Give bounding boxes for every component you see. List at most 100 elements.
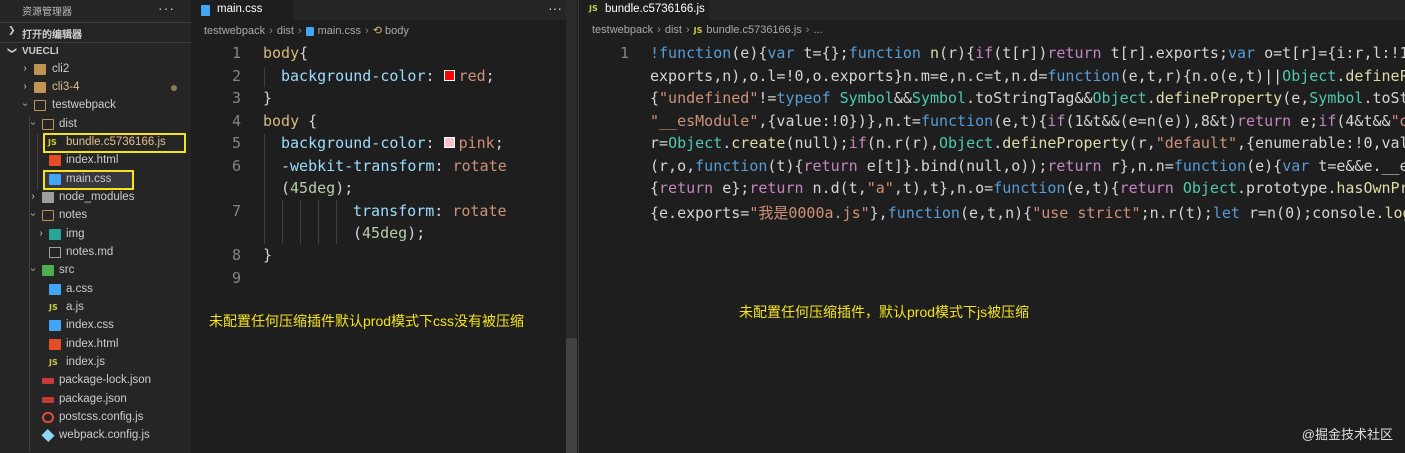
code-line-wrapped[interactable]: {"undefined"!=typeof Symbol&&Symbol.toSt… (650, 89, 1405, 107)
open-editors-section[interactable]: ❯ 打开的编辑器 (0, 22, 191, 41)
editor1-scrollbar-thumb[interactable] (566, 338, 577, 453)
breadcrumb-item[interactable]: body (385, 25, 409, 37)
tree-item-package-json[interactable]: package.json (0, 391, 191, 409)
code-token: return (659, 179, 714, 197)
code-line-wrapped[interactable]: (45deg); (281, 179, 353, 197)
tree-item-notes[interactable]: › notes (0, 207, 191, 225)
tab-bundle-js[interactable]: JS bundle.c5736166.js (579, 0, 709, 20)
code-token: .toSt (1363, 89, 1405, 107)
tree-item-cli3-4[interactable]: › cli3-4 (0, 79, 191, 97)
tree-item-img[interactable]: › img (0, 226, 191, 244)
line-number: 5 (231, 134, 241, 152)
code-line[interactable]: -webkit-transform: rotate (281, 157, 507, 175)
tree-item-src-index-html[interactable]: index.html (0, 336, 191, 354)
code-token: { (650, 89, 660, 107)
code-line-wrapped[interactable]: exports,n),o.l=!0,o.exports}n.m=e,n.c=t,… (650, 67, 1405, 85)
tree-item-main-css[interactable]: main.css (43, 170, 134, 190)
breadcrumb-item[interactable]: bundle.c5736166.js (706, 24, 801, 36)
explorer-more-icon[interactable]: ··· (158, 0, 175, 16)
tree-item-label: postcss.config.js (59, 411, 144, 423)
editor-more-icon[interactable]: ··· (548, 0, 562, 16)
code-token: "o (1390, 111, 1405, 130)
code-token: { (650, 179, 660, 197)
code-token: var (767, 44, 795, 62)
js-code-block[interactable]: !function(e){var t={};function n(r){if(t… (650, 44, 1405, 234)
code-line[interactable]: body{ (263, 44, 308, 62)
code-token: defineProperty (1002, 134, 1129, 152)
code-token: Object (939, 134, 994, 152)
chevron-right-icon: › (39, 228, 43, 239)
code-token: Object (668, 134, 723, 152)
tree-item-testwebpack[interactable]: › testwebpack (0, 97, 191, 115)
tree-item-dist[interactable]: › dist (0, 116, 191, 134)
code-token: r=n(0);console. (1239, 203, 1385, 222)
code-line-wrapped[interactable]: {return e};return n.d(t,"a",t),t},n.o=fu… (650, 179, 1405, 197)
code-line[interactable]: } (263, 246, 272, 264)
line-number: 7 (231, 202, 241, 220)
tab-main-css[interactable]: main.css (191, 0, 294, 20)
punctuation: : (425, 67, 444, 85)
code-token: exports,n),o.l=!0,o.exports}n.m=e,n.c=t,… (650, 66, 1048, 85)
breadcrumb-item[interactable]: dist (665, 24, 682, 36)
tree-item-notes-md[interactable]: notes.md (0, 244, 191, 262)
punctuation: { (299, 112, 318, 130)
code-line-wrapped[interactable]: (r,o,function(t){return e[t]}.bind(null,… (650, 157, 1405, 175)
css-annotation: 未配置任何压缩插件默认prod模式下css没有被压缩 (209, 313, 525, 329)
code-line-wrapped[interactable]: !function(e){var t={};function n(r){if(t… (650, 44, 1405, 62)
css-editor-pane: main.css ··· testwebpack › dist › main.css › ⟲… (191, 0, 571, 453)
indent-guide (300, 200, 301, 244)
tree-item-src[interactable]: › src (0, 262, 191, 280)
code-line[interactable]: } (263, 89, 272, 107)
editor-tab-bar: JS bundle.c5736166.js (579, 0, 1405, 20)
code-line-wrapped[interactable]: (45deg); (353, 224, 425, 242)
code-token: e}; (713, 179, 750, 197)
tree-item-package-lock-json[interactable]: package-lock.json (0, 372, 191, 390)
code-token: (null); (785, 134, 849, 152)
tree-item-a-js[interactable]: JS a.js (0, 299, 191, 317)
tree-item-webpack-config[interactable]: webpack.config.js (0, 427, 191, 445)
javascript-file-icon: JS (589, 4, 598, 13)
breadcrumb-item[interactable]: main.css (318, 25, 361, 37)
code-line[interactable]: background-color: red; (281, 67, 495, 85)
explorer-header: 资源管理器 ··· (0, 0, 191, 20)
tree-item-index-js[interactable]: JS index.js (0, 354, 191, 372)
selector-icon: ⟲ (372, 25, 382, 37)
tree-item-cli2[interactable]: › cli2 (0, 61, 191, 79)
line-number: 6 (231, 157, 241, 175)
tree-item-index-css[interactable]: index.css (0, 317, 191, 335)
code-line-wrapped[interactable]: "__esModule",{value:!0})},n.t=function(e… (650, 112, 1405, 130)
code-token: if (1318, 111, 1337, 130)
code-line-wrapped[interactable]: {e.exports="我是0000a.js"},function(e,t,n)… (650, 202, 1405, 223)
tree-item-bundle-js[interactable]: JS bundle.c5736166.js (43, 133, 186, 153)
punctuation: : (425, 134, 444, 152)
code-token: n (929, 44, 939, 62)
code-token: return (1237, 111, 1292, 130)
code-token: function (848, 44, 921, 62)
workspace-root-section[interactable]: ❯ VUECLI (0, 42, 191, 61)
code-line-wrapped[interactable]: r=Object.create(null);if(n.r(r),Object.d… (650, 134, 1405, 152)
tree-item-postcss-config[interactable]: postcss.config.js (0, 409, 191, 427)
code-token: (t[r]) (993, 44, 1048, 62)
tree-item-dist-index-html[interactable]: index.html (0, 152, 191, 170)
tree-item-label: img (66, 228, 85, 240)
explorer-title: 资源管理器 (22, 7, 72, 18)
code-token: return (1047, 156, 1102, 175)
breadcrumb-item[interactable]: testwebpack (204, 25, 265, 37)
breadcrumb-item[interactable]: ... (813, 24, 822, 36)
code-token: "__esModule" (650, 111, 759, 130)
code-token: Symbol (839, 89, 894, 107)
color-swatch-icon[interactable] (443, 70, 455, 81)
code-line[interactable]: body { (263, 112, 317, 130)
src-folder-icon (42, 265, 54, 276)
breadcrumb-item[interactable]: testwebpack (592, 24, 653, 36)
color-swatch-icon[interactable] (443, 137, 455, 148)
code-line[interactable]: background-color: pink; (281, 134, 504, 152)
code-token: return (803, 156, 858, 175)
code-line[interactable]: transform: rotate (353, 202, 507, 220)
breadcrumb-item[interactable]: dist (277, 25, 294, 37)
tree-item-node-modules[interactable]: › node_modules (0, 189, 191, 207)
code-token: let (1212, 203, 1240, 222)
code-token: (4&t&& (1336, 111, 1391, 130)
tree-item-a-css[interactable]: a.css (0, 281, 191, 299)
